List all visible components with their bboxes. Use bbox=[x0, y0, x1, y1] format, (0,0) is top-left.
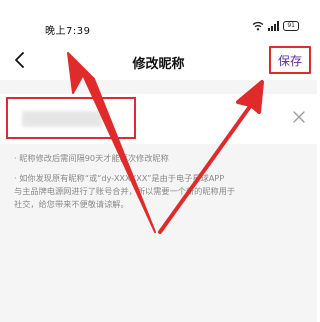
app-header: 修改昵称 保存 bbox=[0, 40, 317, 80]
nickname-card bbox=[0, 94, 317, 144]
battery-level: 91 bbox=[287, 22, 295, 29]
tip-line: 社交，给您带来不便敬请谅解。 bbox=[14, 199, 129, 209]
save-button[interactable]: 保存 bbox=[269, 46, 311, 74]
status-icons: 91 bbox=[252, 21, 299, 31]
tip-item: · 如你发现原有昵称“或“dy-XXXXXX”是由于电子星球APP 与主品牌电源… bbox=[14, 172, 314, 211]
signal-icon bbox=[268, 21, 280, 31]
tip-line: · 如你发现原有昵称“或“dy-XXXXXX”是由于电子星球APP bbox=[14, 173, 225, 183]
tip-line: 与主品牌电源网进行了账号合并，所以需要一个新的昵称用于 bbox=[14, 186, 236, 196]
status-time: 晚上7:39 bbox=[45, 26, 91, 37]
tip-line: · 昵称修改后需间隔90天才能再次修改昵称 bbox=[14, 153, 169, 163]
close-icon bbox=[293, 111, 305, 123]
status-bar: 晚上7:39 91 bbox=[0, 0, 317, 40]
nickname-input[interactable] bbox=[6, 97, 136, 139]
wifi-icon bbox=[252, 21, 264, 31]
blurred-nickname bbox=[22, 111, 102, 127]
clear-button[interactable] bbox=[291, 109, 307, 125]
content-area: · 昵称修改后需间隔90天才能再次修改昵称 · 如你发现原有昵称“或“dy-XX… bbox=[0, 80, 317, 322]
tip-item: · 昵称修改后需间隔90天才能再次修改昵称 bbox=[14, 152, 314, 165]
battery-icon: 91 bbox=[283, 21, 299, 31]
tips-section: · 昵称修改后需间隔90天才能再次修改昵称 · 如你发现原有昵称“或“dy-XX… bbox=[14, 152, 314, 218]
